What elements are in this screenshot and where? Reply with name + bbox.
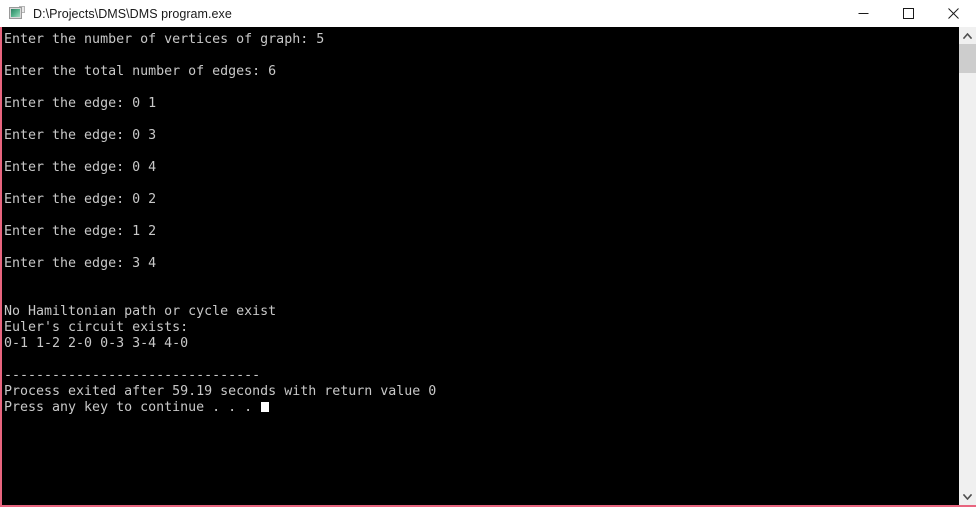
console-output-area[interactable]: Enter the number of vertices of graph: 5…: [2, 27, 959, 505]
close-button[interactable]: [931, 0, 976, 27]
console-text: Enter the number of vertices of graph: 5…: [2, 27, 959, 416]
close-icon: [948, 8, 959, 19]
client-area: Enter the number of vertices of graph: 5…: [0, 27, 976, 507]
console-window: D:\Projects\DMS\DMS program.exe Enter th…: [0, 0, 976, 507]
text-cursor: [261, 402, 270, 412]
console-line: Process exited after 59.19 seconds with …: [4, 384, 437, 399]
maximize-button[interactable]: [886, 0, 931, 27]
console-line: Enter the edge: 0 1: [4, 96, 157, 111]
console-line: Enter the edge: 1 2: [4, 224, 157, 239]
console-line: Enter the number of vertices of graph: 5: [4, 32, 325, 47]
minimize-button[interactable]: [841, 0, 886, 27]
console-line: Enter the edge: 0 4: [4, 160, 157, 175]
console-line: Enter the edge: 0 2: [4, 192, 157, 207]
console-line: No Hamiltonian path or cycle exist: [4, 304, 277, 319]
console-line: Enter the edge: 3 4: [4, 256, 157, 271]
title-bar[interactable]: D:\Projects\DMS\DMS program.exe: [0, 0, 976, 27]
console-prompt-line: Press any key to continue . . .: [4, 400, 959, 416]
vertical-scrollbar[interactable]: [959, 27, 976, 505]
scroll-down-button[interactable]: [959, 488, 976, 505]
window-controls: [841, 0, 976, 27]
minimize-icon: [858, 13, 869, 14]
console-line: --------------------------------: [4, 368, 261, 383]
scroll-up-button[interactable]: [959, 27, 976, 44]
scrollbar-track[interactable]: [959, 44, 976, 488]
console-line: Enter the edge: 0 3: [4, 128, 157, 143]
maximize-icon: [903, 8, 914, 19]
window-title: D:\Projects\DMS\DMS program.exe: [33, 6, 232, 21]
scrollbar-thumb[interactable]: [959, 44, 976, 73]
chevron-down-icon: [963, 493, 972, 500]
console-line: Euler's circuit exists:: [4, 320, 189, 335]
press-any-key-text: Press any key to continue . . .: [4, 400, 261, 415]
console-line: 0-1 1-2 2-0 0-3 3-4 4-0: [4, 336, 189, 351]
console-line: Enter the total number of edges: 6: [4, 64, 277, 79]
chevron-up-icon: [963, 32, 972, 39]
console-app-icon: [9, 5, 25, 22]
